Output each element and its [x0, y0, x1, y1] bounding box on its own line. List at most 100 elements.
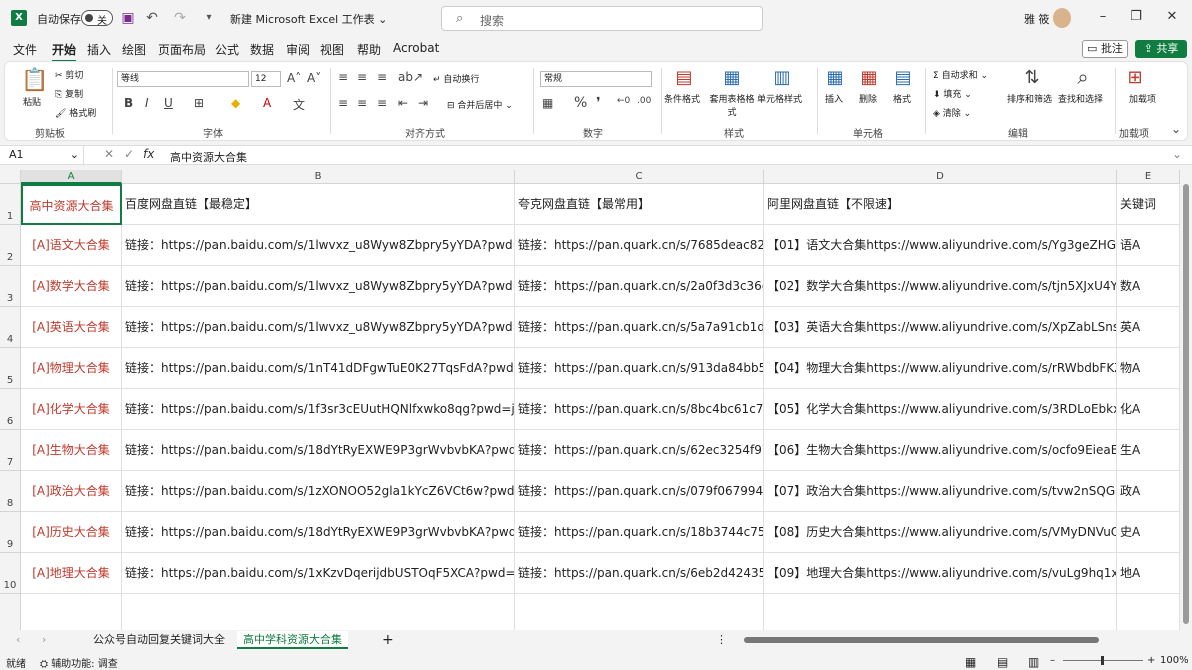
row-header[interactable]: 5: [0, 348, 21, 389]
normal-view-icon[interactable]: ▦: [965, 655, 976, 669]
cell[interactable]: 化A: [1117, 389, 1180, 430]
italic-icon[interactable]: I: [145, 96, 149, 110]
row-header[interactable]: 8: [0, 471, 21, 512]
column-header-b[interactable]: B: [122, 170, 515, 184]
font-color-icon[interactable]: A: [263, 96, 271, 110]
cell[interactable]: 【02】数学大合集https://www.aliyundrive.com/s/t…: [764, 266, 1117, 307]
orientation-icon[interactable]: ab↗: [398, 70, 423, 84]
cell[interactable]: 史A: [1117, 512, 1180, 553]
phonetic-icon[interactable]: 文: [293, 96, 305, 113]
share-button[interactable]: ⇪ 共享: [1135, 40, 1187, 58]
delete-cells-button[interactable]: 删除: [859, 92, 877, 105]
cell[interactable]: 物A: [1117, 348, 1180, 389]
menu-formulas[interactable]: 公式: [215, 41, 239, 58]
column-header-d[interactable]: D: [764, 170, 1117, 184]
zoom-slider[interactable]: [1063, 656, 1143, 665]
cell[interactable]: [21, 594, 122, 630]
row-header[interactable]: 9: [0, 512, 21, 553]
enter-icon[interactable]: ✓: [124, 147, 134, 161]
cell[interactable]: [764, 594, 1117, 630]
cell[interactable]: 链接：https://pan.quark.cn/s/5a7a91cb1d4f: [515, 307, 764, 348]
fill-color-icon[interactable]: ◆: [231, 96, 240, 110]
customize-toolbar-icon[interactable]: ▾: [200, 9, 218, 27]
cell[interactable]: [1117, 594, 1180, 630]
cell[interactable]: 链接：https://pan.baidu.com/s/1lwvxz_u8Wyw8…: [122, 307, 515, 348]
cell[interactable]: [A]物理大合集: [21, 348, 122, 389]
align-right-icon[interactable]: ≡: [377, 96, 387, 110]
cell[interactable]: 【06】生物大合集https://www.aliyundrive.com/s/o…: [764, 430, 1117, 471]
menu-acrobat[interactable]: Acrobat: [393, 41, 439, 55]
comma-icon[interactable]: ❜: [596, 95, 601, 111]
menu-view[interactable]: 视图: [320, 41, 344, 58]
redo-icon[interactable]: ↷: [171, 9, 189, 27]
cell[interactable]: 英A: [1117, 307, 1180, 348]
column-header-e[interactable]: E: [1117, 170, 1180, 184]
cell[interactable]: 链接：https://pan.quark.cn/s/8bc4bc61c7c5: [515, 389, 764, 430]
cell[interactable]: 【04】物理大合集https://www.aliyundrive.com/s/r…: [764, 348, 1117, 389]
conditional-format-icon[interactable]: ▤: [672, 67, 696, 88]
cell[interactable]: 数A: [1117, 266, 1180, 307]
increase-decimal-icon[interactable]: ←0: [617, 96, 630, 106]
row-header[interactable]: 4: [0, 307, 21, 348]
cell[interactable]: [A]生物大合集: [21, 430, 122, 471]
sort-filter-button[interactable]: 排序和筛选: [1007, 92, 1052, 105]
wrap-text-button[interactable]: ↵ 自动换行: [433, 72, 479, 85]
cell-styles-icon[interactable]: ▥: [770, 67, 794, 88]
cell[interactable]: 阿里网盘直链【不限速】: [764, 184, 1117, 225]
formula-input[interactable]: 高中资源大合集: [170, 149, 247, 165]
bold-icon[interactable]: B: [124, 96, 133, 110]
zoom-level[interactable]: 100%: [1160, 655, 1189, 666]
cell[interactable]: 链接：https://pan.baidu.com/s/18dYtRyEXWE9P…: [122, 512, 515, 553]
increase-indent-icon[interactable]: ⇥: [418, 96, 428, 110]
cell[interactable]: 关键词: [1117, 184, 1180, 225]
accessibility-status[interactable]: ⛭ 辅助功能: 调查: [40, 655, 118, 670]
document-title[interactable]: 新建 Microsoft Excel 工作表 ⌄: [230, 11, 387, 27]
increase-font-icon[interactable]: A˄: [287, 71, 301, 85]
cell[interactable]: 链接：https://pan.baidu.com/s/1lwvxz_u8Wyw8…: [122, 266, 515, 307]
align-center-icon[interactable]: ≡: [357, 96, 367, 110]
number-format-select[interactable]: 常规: [540, 71, 652, 87]
sheet-options-icon[interactable]: ⋮: [710, 631, 733, 649]
cell[interactable]: 链接：https://pan.baidu.com/s/1nT41dDFgwTuE…: [122, 348, 515, 389]
vertical-scroll-thumb[interactable]: [1183, 184, 1189, 624]
undo-icon[interactable]: ↶: [143, 9, 161, 27]
align-left-icon[interactable]: ≡: [338, 96, 348, 110]
cell[interactable]: [A]语文大合集: [21, 225, 122, 266]
cell[interactable]: 政A: [1117, 471, 1180, 512]
cell[interactable]: 百度网盘直链【最稳定】: [122, 184, 515, 225]
addins-button[interactable]: 加载项: [1129, 92, 1156, 105]
cell[interactable]: 【05】化学大合集https://www.aliyundrive.com/s/3…: [764, 389, 1117, 430]
menu-insert[interactable]: 插入: [87, 41, 111, 58]
horizontal-scrollbar[interactable]: [740, 637, 1168, 643]
cell[interactable]: [A]地理大合集: [21, 553, 122, 594]
menu-help[interactable]: 帮助: [357, 41, 381, 58]
zoom-in-icon[interactable]: +: [1147, 655, 1155, 666]
autosave-toggle[interactable]: 关: [81, 10, 113, 27]
cell[interactable]: 链接：https://pan.quark.cn/s/6eb2d42435c1: [515, 553, 764, 594]
vertical-scrollbar[interactable]: [1180, 170, 1192, 630]
row-header[interactable]: [0, 594, 21, 630]
cell[interactable]: 链接：https://pan.quark.cn/s/7685deac823c: [515, 225, 764, 266]
cell[interactable]: 链接：https://pan.quark.cn/s/079f0679942f: [515, 471, 764, 512]
search-box[interactable]: ⌕ 搜索: [441, 6, 763, 31]
save-icon[interactable]: ▣: [119, 9, 137, 27]
autosum-button[interactable]: Σ 自动求和 ⌄: [933, 68, 988, 81]
table-format-icon[interactable]: ▦: [720, 67, 744, 88]
copy-button[interactable]: ⎘ 复制: [55, 87, 83, 100]
zoom-slider-thumb[interactable]: [1101, 656, 1104, 665]
accounting-icon[interactable]: ▦: [542, 96, 553, 110]
row-header[interactable]: 3: [0, 266, 21, 307]
find-select-icon[interactable]: ⌕: [1071, 65, 1095, 89]
expand-formula-icon[interactable]: ⌄: [1172, 147, 1182, 161]
format-cells-icon[interactable]: ▤: [891, 67, 915, 88]
cut-button[interactable]: ✂ 剪切: [55, 68, 83, 81]
cell[interactable]: 链接：https://pan.quark.cn/s/2a0f3d3c36d9: [515, 266, 764, 307]
row-header[interactable]: 6: [0, 389, 21, 430]
cell[interactable]: 【07】政治大合集https://www.aliyundrive.com/s/t…: [764, 471, 1117, 512]
avatar[interactable]: [1053, 8, 1071, 28]
cell[interactable]: 【08】历史大合集https://www.aliyundrive.com/s/V…: [764, 512, 1117, 553]
horizontal-scroll-thumb[interactable]: [744, 637, 1099, 643]
page-break-view-icon[interactable]: ▥: [1028, 655, 1039, 669]
align-bottom-icon[interactable]: ≡: [377, 70, 387, 84]
column-header-a[interactable]: A: [21, 170, 122, 184]
